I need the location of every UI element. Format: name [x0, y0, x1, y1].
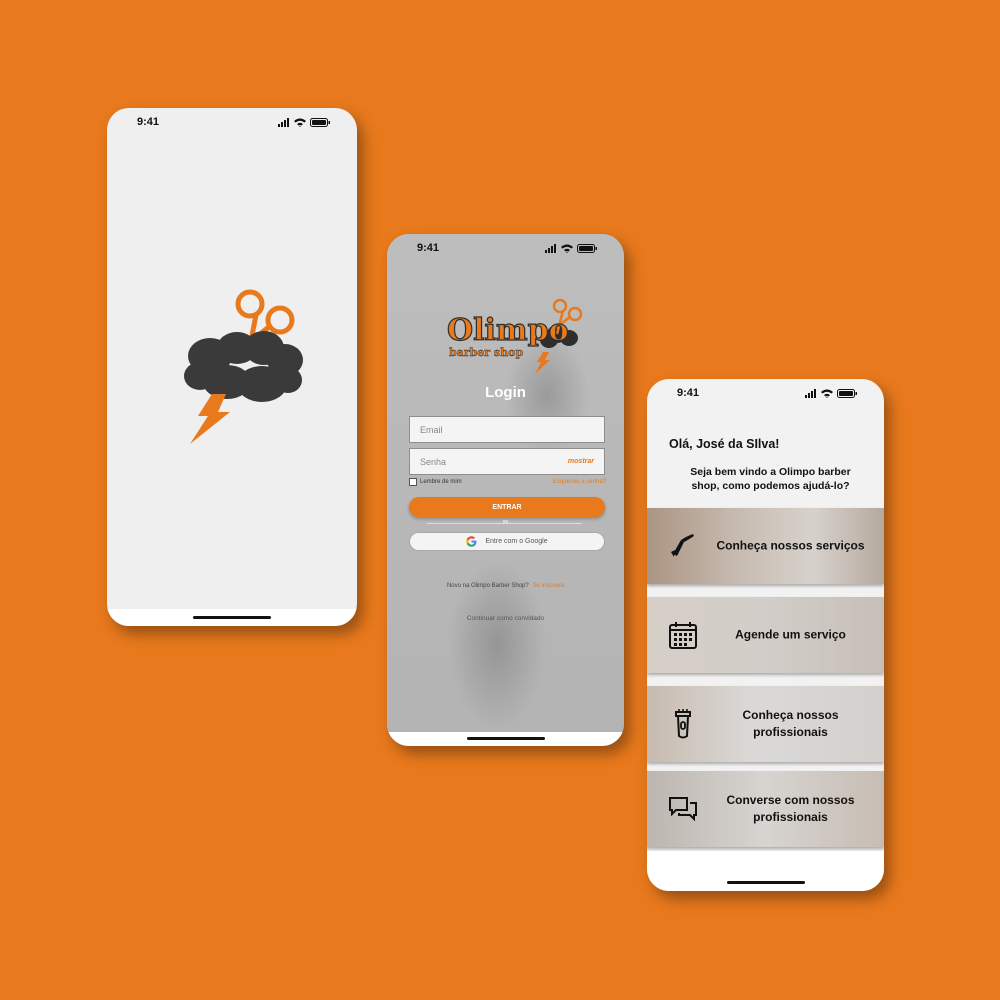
card-label: Conheça nossos profissionais	[742, 708, 839, 739]
password-placeholder: Senha	[420, 456, 447, 467]
splash-screen: 9:41	[107, 108, 357, 626]
status-time: 9:41	[137, 116, 160, 128]
forgot-password-link[interactable]: Esqueceu a senha?	[553, 479, 606, 485]
home-indicator[interactable]	[466, 737, 545, 740]
home-indicator[interactable]	[726, 881, 805, 884]
signal-icon	[545, 243, 556, 253]
guest-link[interactable]: Continuar como convidado	[387, 615, 624, 622]
home-indicator[interactable]	[193, 616, 271, 619]
wifi-icon	[821, 389, 833, 398]
status-bar: 9:41	[647, 379, 884, 407]
clipper-icon	[675, 709, 691, 739]
remember-me[interactable]: Lembre de mim	[409, 478, 462, 486]
remember-label: Lembre de mim	[420, 479, 462, 485]
page-title: Login	[485, 384, 526, 401]
signup-prompt: Novo na Olimpo Barber Shop? Se inscreva	[387, 583, 624, 589]
card-label: Agende um serviço	[735, 627, 846, 642]
status-bar: 9:41	[387, 234, 624, 262]
wifi-icon	[561, 244, 573, 253]
enter-button[interactable]: ENTRAR	[409, 497, 605, 517]
professionals-card[interactable]: Conheça nossos profissionais	[647, 686, 884, 762]
or-text: ou	[502, 519, 509, 525]
chat-icon	[669, 797, 697, 822]
status-time: 9:41	[677, 387, 700, 399]
signup-link[interactable]: Se inscreva	[533, 583, 564, 589]
login-screen: 9:41 Olimpo barber shop Login Email Senh…	[387, 234, 624, 746]
password-field[interactable]: Senha mostrar	[409, 448, 605, 475]
home-screen: 9:41 Olá, José da SIlva! Seja bem vindo …	[647, 379, 884, 891]
email-placeholder: Email	[420, 424, 443, 435]
logo-title: Olimpo	[447, 313, 569, 348]
signup-text: Novo na Olimpo Barber Shop?	[446, 583, 529, 589]
remember-checkbox[interactable]	[409, 478, 417, 486]
email-field[interactable]: Email	[409, 416, 605, 443]
card-label: Conheça nossos serviços	[716, 538, 865, 553]
google-icon	[466, 536, 477, 547]
greeting: Olá, José da SIlva!	[669, 437, 780, 451]
battery-icon	[577, 243, 598, 253]
olimpo-logo-icon	[184, 289, 303, 444]
services-card[interactable]: Conheça nossos serviços	[647, 508, 884, 584]
calendar-icon	[669, 622, 697, 649]
welcome-text: Seja bem vindo a Olimpo barber shop, com…	[690, 466, 851, 492]
signal-icon	[278, 117, 289, 127]
wifi-icon	[294, 118, 306, 127]
google-login-button[interactable]: Entre com o Google	[409, 532, 605, 551]
signal-icon	[805, 388, 816, 398]
card-label: Converse com nossos profissionais	[726, 793, 855, 824]
show-password-button[interactable]: mostrar	[568, 458, 594, 465]
battery-icon	[837, 388, 858, 398]
status-bar: 9:41	[107, 108, 357, 136]
logo-subtitle: barber shop	[449, 346, 523, 359]
schedule-card[interactable]: Agende um serviço	[647, 597, 884, 673]
battery-icon	[310, 117, 331, 127]
google-button-label: Entre com o Google	[485, 538, 548, 545]
olimpo-logo: Olimpo barber shop	[446, 298, 583, 374]
razor-icon	[671, 534, 694, 557]
status-time: 9:41	[417, 242, 440, 254]
chat-card[interactable]: Converse com nossos profissionais	[647, 771, 884, 847]
